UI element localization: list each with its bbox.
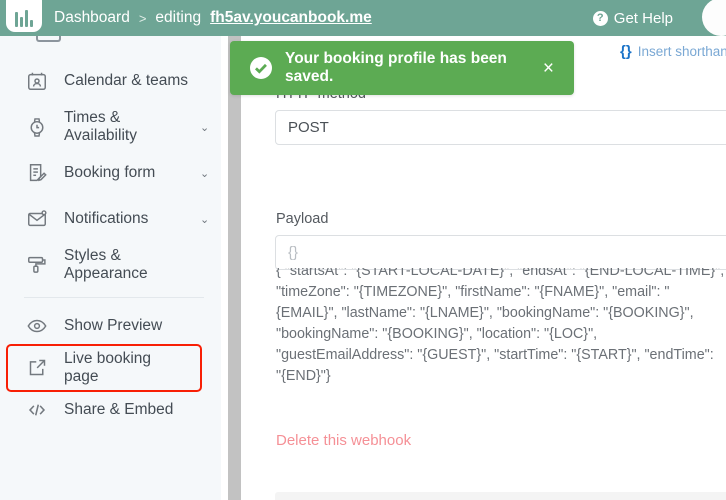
envelope-badge-icon — [24, 206, 50, 232]
sidebar-item-label: Live booking page — [64, 350, 152, 385]
sidebar-item-label: Show Preview — [64, 317, 163, 335]
sidebar-item-styles-appearance[interactable]: Styles & Appearance — [0, 242, 228, 288]
payload-line: "timeZone": "{TIMEZONE}", "firstName": "… — [276, 284, 670, 300]
sidebar-item-times-availability[interactable]: Times & Availability ⌄ — [0, 104, 228, 150]
payload-line: "guestEmailAddress": "{GUEST}", "startTi… — [276, 347, 714, 363]
payload-line: "bookingName": "{BOOKING}", "location": … — [276, 326, 598, 342]
user-avatar[interactable] — [702, 0, 726, 36]
success-toast: Your booking profile has been saved. × — [230, 41, 574, 95]
top-header-bar: Dashboard > editing fh5av.youcanbook.me … — [0, 0, 726, 36]
external-link-icon — [24, 355, 50, 381]
insert-shorthand-label: Insert shorthand — [637, 44, 726, 59]
youcanbookme-logo[interactable] — [6, 0, 42, 32]
insert-shorthand-button[interactable]: {} Insert shorthand — [620, 43, 726, 60]
payload-line: { "startsAt": "{START-LOCAL-DATE}", "end… — [276, 268, 725, 279]
question-mark-icon: ? — [592, 10, 608, 26]
eye-icon — [24, 313, 50, 339]
scrollbar-thumb[interactable] — [228, 36, 241, 500]
sidebar-item-label: Booking form — [64, 164, 156, 182]
payload-body-text: { "startsAt": "{START-LOCAL-DATE}", "end… — [276, 268, 726, 387]
payload-label: Payload — [276, 211, 329, 227]
form-edit-icon — [24, 160, 50, 186]
chevron-down-icon[interactable]: ⌄ — [200, 121, 214, 134]
sidebar: Calendar & teams Times & Availability ⌄ — [0, 28, 228, 500]
watch-clock-icon — [24, 114, 50, 140]
sidebar-item-label: Share & Embed — [64, 400, 174, 418]
sidebar-divider — [24, 297, 204, 298]
breadcrumb-dashboard-link[interactable]: Dashboard — [54, 9, 130, 27]
breadcrumb: Dashboard > editing fh5av.youcanbook.me — [54, 0, 372, 36]
sidebar-nav: Calendar & teams Times & Availability ⌄ — [0, 58, 228, 430]
sidebar-item-live-booking-page[interactable]: Live booking page — [6, 344, 202, 392]
paint-roller-icon — [24, 252, 50, 278]
logo-bars-icon — [15, 10, 33, 27]
sidebar-item-show-preview[interactable]: Show Preview — [0, 306, 228, 346]
sidebar-item-share-embed[interactable]: Share & Embed — [0, 390, 228, 430]
payload-line: "{END}"} — [276, 368, 331, 384]
code-brackets-icon — [24, 397, 50, 423]
get-help-button[interactable]: ? Get Help — [592, 0, 673, 36]
check-circle-icon — [250, 57, 272, 79]
payload-line: {EMAIL}", "lastName": "{LNAME}", "bookin… — [276, 305, 694, 321]
save-button[interactable]: All changes saved — [275, 492, 726, 500]
delete-webhook-link[interactable]: Delete this webhook — [276, 432, 411, 449]
chevron-down-icon[interactable]: ⌄ — [200, 167, 214, 180]
payload-placeholder: {} — [288, 244, 299, 261]
get-help-label: Get Help — [613, 9, 673, 27]
breadcrumb-chevron-icon: > — [138, 10, 147, 26]
main-content-panel: {} Insert shorthand HTTP method POST Pay… — [242, 36, 726, 500]
sidebar-item-calendar-teams[interactable]: Calendar & teams — [0, 58, 228, 104]
sidebar-item-booking-form[interactable]: Booking form ⌄ — [0, 150, 228, 196]
sidebar-item-label: Notifications — [64, 210, 149, 228]
sidebar-item-notifications[interactable]: Notifications ⌄ — [0, 196, 228, 242]
sidebar-item-label: Times & Availability — [64, 109, 137, 144]
sidebar-item-label: Calendar & teams — [64, 72, 189, 90]
app-root: Dashboard > editing fh5av.youcanbook.me … — [0, 0, 726, 500]
chevron-down-icon[interactable]: ⌄ — [200, 213, 214, 226]
calendar-user-icon — [24, 68, 50, 94]
curly-braces-icon: {} — [620, 43, 632, 60]
payload-input[interactable]: {} — [275, 235, 726, 270]
http-method-select[interactable]: POST — [275, 110, 726, 145]
vertical-scrollbar[interactable] — [221, 36, 242, 500]
close-icon[interactable]: × — [543, 59, 554, 78]
sidebar-item-label: Styles & Appearance — [64, 247, 148, 282]
breadcrumb-editing-text: editing — [155, 9, 202, 26]
http-method-value: POST — [288, 119, 329, 136]
toast-message: Your booking profile has been saved. — [285, 50, 507, 85]
breadcrumb-profile-url-link[interactable]: fh5av.youcanbook.me — [210, 9, 372, 27]
